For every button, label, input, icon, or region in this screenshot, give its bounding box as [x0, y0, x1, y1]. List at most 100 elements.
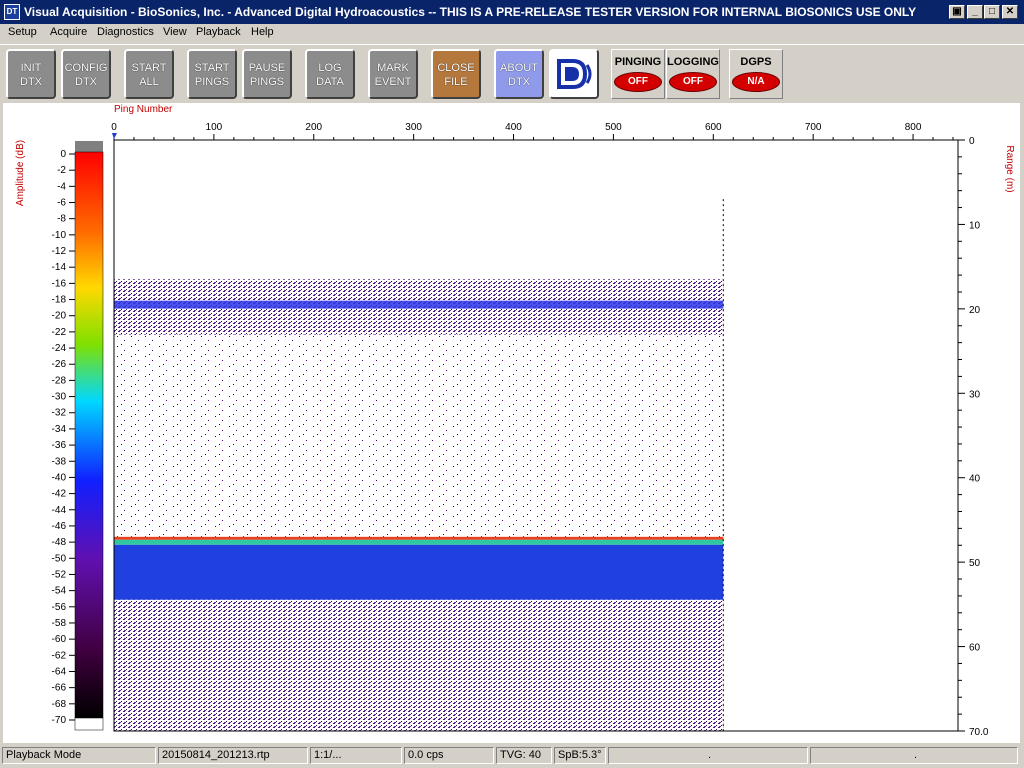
amp-tick-label: -18: [52, 295, 67, 306]
amp-tick-label: -20: [52, 311, 67, 322]
amp-tick-label: -60: [52, 634, 67, 645]
x-tick-label: 700: [805, 122, 822, 133]
button-label: EVENT: [374, 76, 412, 88]
amp-tick-label: -24: [52, 343, 67, 354]
indicator-label: DGPS: [740, 56, 772, 68]
button-label: ABOUT: [500, 62, 538, 74]
amp-tick-label: -52: [52, 569, 67, 580]
amp-tick-label: -36: [52, 440, 67, 451]
menu-playback[interactable]: Playback: [196, 26, 241, 38]
amp-tick-label: -62: [52, 650, 67, 661]
button-label: MARK: [377, 62, 409, 74]
status-spb: SpB:5.3°: [554, 747, 606, 764]
amp-tick-label: -2: [57, 165, 66, 176]
echogram-image: [114, 199, 724, 731]
biosonics-logo-icon: [557, 59, 592, 89]
y-tick-label: 40: [969, 474, 981, 485]
amp-tick-label: -16: [52, 278, 67, 289]
x-tick-label: 200: [305, 122, 322, 133]
menu-bar: Setup Acquire Diagnostics View Playback …: [0, 24, 1024, 42]
logging-led: OFF: [669, 72, 717, 92]
log-data-button[interactable]: LOG DATA: [305, 49, 355, 99]
config-dtx-button[interactable]: CONFIG DTX: [61, 49, 111, 99]
maximize-button[interactable]: □: [984, 5, 1000, 19]
mark-event-button[interactable]: MARK EVENT: [368, 49, 418, 99]
amp-tick-label: -28: [52, 375, 67, 386]
menu-acquire[interactable]: Acquire: [50, 26, 87, 38]
close-button[interactable]: ✕: [1002, 5, 1018, 19]
button-label: DTX: [20, 76, 42, 88]
toolbar: INIT DTX CONFIG DTX START ALL START PINGS PA…: [0, 44, 1024, 103]
y-ticks: 0 10 20 30 40 50 60 70.0: [958, 136, 989, 738]
menu-diagnostics[interactable]: Diagnostics: [97, 26, 154, 38]
indicator-label: PINGING: [614, 56, 662, 68]
x-tick-label: 400: [505, 122, 522, 133]
logging-indicator: LOGGING OFF: [666, 49, 720, 99]
button-label: DATA: [316, 76, 344, 88]
amplitude-label: Amplitude (dB): [15, 140, 26, 206]
pause-pings-button[interactable]: PAUSE PINGS: [242, 49, 292, 99]
amp-tick-label: -26: [52, 359, 67, 370]
start-all-button[interactable]: START ALL: [124, 49, 174, 99]
status-extra-1: .: [608, 747, 808, 764]
x-tick-label: 600: [705, 122, 722, 133]
amp-tick-label: -50: [52, 553, 67, 564]
title-bar: DT Visual Acquisition - BioSonics, Inc. …: [0, 0, 1024, 24]
amp-tick-label: -4: [57, 181, 66, 192]
amp-tick-label: -10: [52, 230, 67, 241]
menu-setup[interactable]: Setup: [8, 26, 37, 38]
y-axis-label: Range (m): [1004, 145, 1015, 192]
amp-tick-label: -46: [52, 521, 67, 532]
y-tick-label: 10: [969, 220, 981, 231]
subbottom-noise: [114, 599, 724, 731]
x-ticks: 0 100 200 300 400 500 600 700 800: [111, 122, 954, 140]
amp-tick-label: -8: [57, 214, 66, 225]
dgps-indicator: DGPS N/A: [729, 49, 783, 99]
amplitude-ticks: 0 -2 -4 -6 -8 -10 -12 -14 -16 -18 -20 -22 -24 -26 -28 -…: [52, 149, 75, 726]
button-label: START: [131, 62, 167, 74]
amp-tick-label: -66: [52, 683, 67, 694]
menu-help[interactable]: Help: [251, 26, 274, 38]
button-label: FILE: [444, 76, 468, 88]
echogram-svg: Amplitude (dB) 0 -2 -4 -6 -8 -10 -12 -14 -16 -18 -…: [15, 104, 1015, 738]
x-tick-label: 0: [111, 122, 117, 133]
y-tick-label: 70.0: [969, 727, 989, 738]
amp-tick-label: -70: [52, 715, 67, 726]
amp-tick-label: -44: [52, 505, 67, 516]
amp-tick-label: -6: [57, 198, 66, 209]
x-tick-label: 500: [605, 122, 622, 133]
close-file-button[interactable]: CLOSE FILE: [431, 49, 481, 99]
status-mode: Playback Mode: [2, 747, 156, 764]
status-ratio: 1:1/...: [310, 747, 402, 764]
amp-tick-label: -22: [52, 327, 67, 338]
biosonics-logo-button[interactable]: [549, 49, 599, 99]
restore-tiny-icon[interactable]: ▣: [949, 5, 965, 19]
y-tick-label: 30: [969, 389, 981, 400]
x-axis-label: Ping Number: [114, 104, 173, 115]
amp-tick-label: -68: [52, 699, 67, 710]
button-label: PINGS: [249, 76, 285, 88]
amp-tick-label: -48: [52, 537, 67, 548]
window-title: Visual Acquisition - BioSonics, Inc. - A…: [24, 5, 917, 19]
about-dtx-button[interactable]: ABOUT DTX: [494, 49, 544, 99]
init-dtx-button[interactable]: INIT DTX: [6, 49, 56, 99]
amp-tick-label: -32: [52, 408, 67, 419]
amp-tick-label: -14: [52, 262, 67, 273]
bottom-echo-blue: [114, 544, 724, 600]
y-tick-label: 60: [969, 643, 981, 654]
button-label: PINGS: [194, 76, 230, 88]
status-bar: Playback Mode 20150814_201213.rtp 1:1/..…: [0, 744, 1024, 768]
amp-tick-label: -58: [52, 618, 67, 629]
button-label: CONFIG: [64, 62, 108, 74]
colorbar-floor: [74, 717, 104, 731]
amp-tick-label: -56: [52, 602, 67, 613]
amp-tick-label: -12: [52, 246, 67, 257]
start-pings-button[interactable]: START PINGS: [187, 49, 237, 99]
app-icon[interactable]: DT: [4, 4, 20, 20]
amp-tick-label: -40: [52, 472, 67, 483]
menu-view[interactable]: View: [163, 26, 187, 38]
minimize-button[interactable]: _: [967, 5, 983, 19]
button-label: PAUSE: [248, 62, 286, 74]
x-tick-label: 300: [405, 122, 422, 133]
bottom-echo-green: [114, 539, 724, 545]
